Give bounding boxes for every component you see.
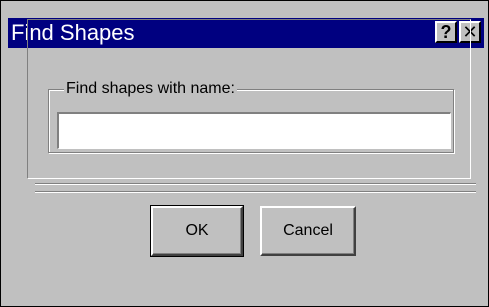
ok-button[interactable]: OK: [150, 205, 244, 257]
shape-name-input[interactable]: [57, 112, 451, 149]
groupbox-label: Find shapes with name:: [64, 79, 237, 99]
find-shapes-dialog: Find Shapes ? ✕ Find shapes with name: O…: [0, 0, 489, 307]
separator-highlight: [35, 192, 476, 193]
separator-highlight: [35, 184, 476, 185]
cancel-button[interactable]: Cancel: [260, 206, 356, 256]
